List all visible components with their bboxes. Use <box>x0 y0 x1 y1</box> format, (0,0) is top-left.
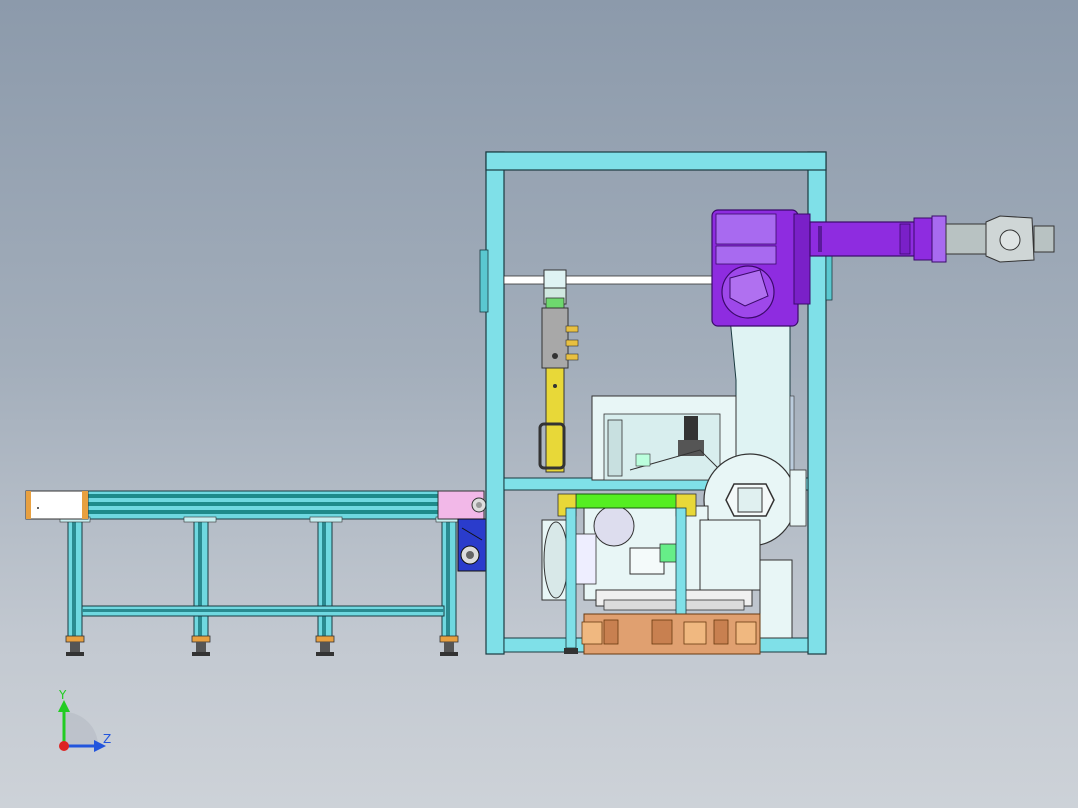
axis-label-z: Z <box>103 732 112 746</box>
conveyor[interactable] <box>25 490 487 656</box>
conveyor-legs <box>65 517 459 656</box>
robot-wrist <box>945 223 987 255</box>
coordinate-triad <box>58 700 106 752</box>
linear-rail <box>503 275 715 285</box>
robot[interactable] <box>711 209 1055 479</box>
gripper-finger <box>545 367 565 473</box>
assembly-drawing <box>25 151 1055 752</box>
axis-label-y: Y <box>59 688 67 702</box>
green-crossbar <box>575 493 679 509</box>
cad-viewport[interactable]: Y Z <box>0 0 1078 808</box>
gripper-tool[interactable] <box>538 269 579 473</box>
conveyor-end-roller <box>25 490 89 520</box>
